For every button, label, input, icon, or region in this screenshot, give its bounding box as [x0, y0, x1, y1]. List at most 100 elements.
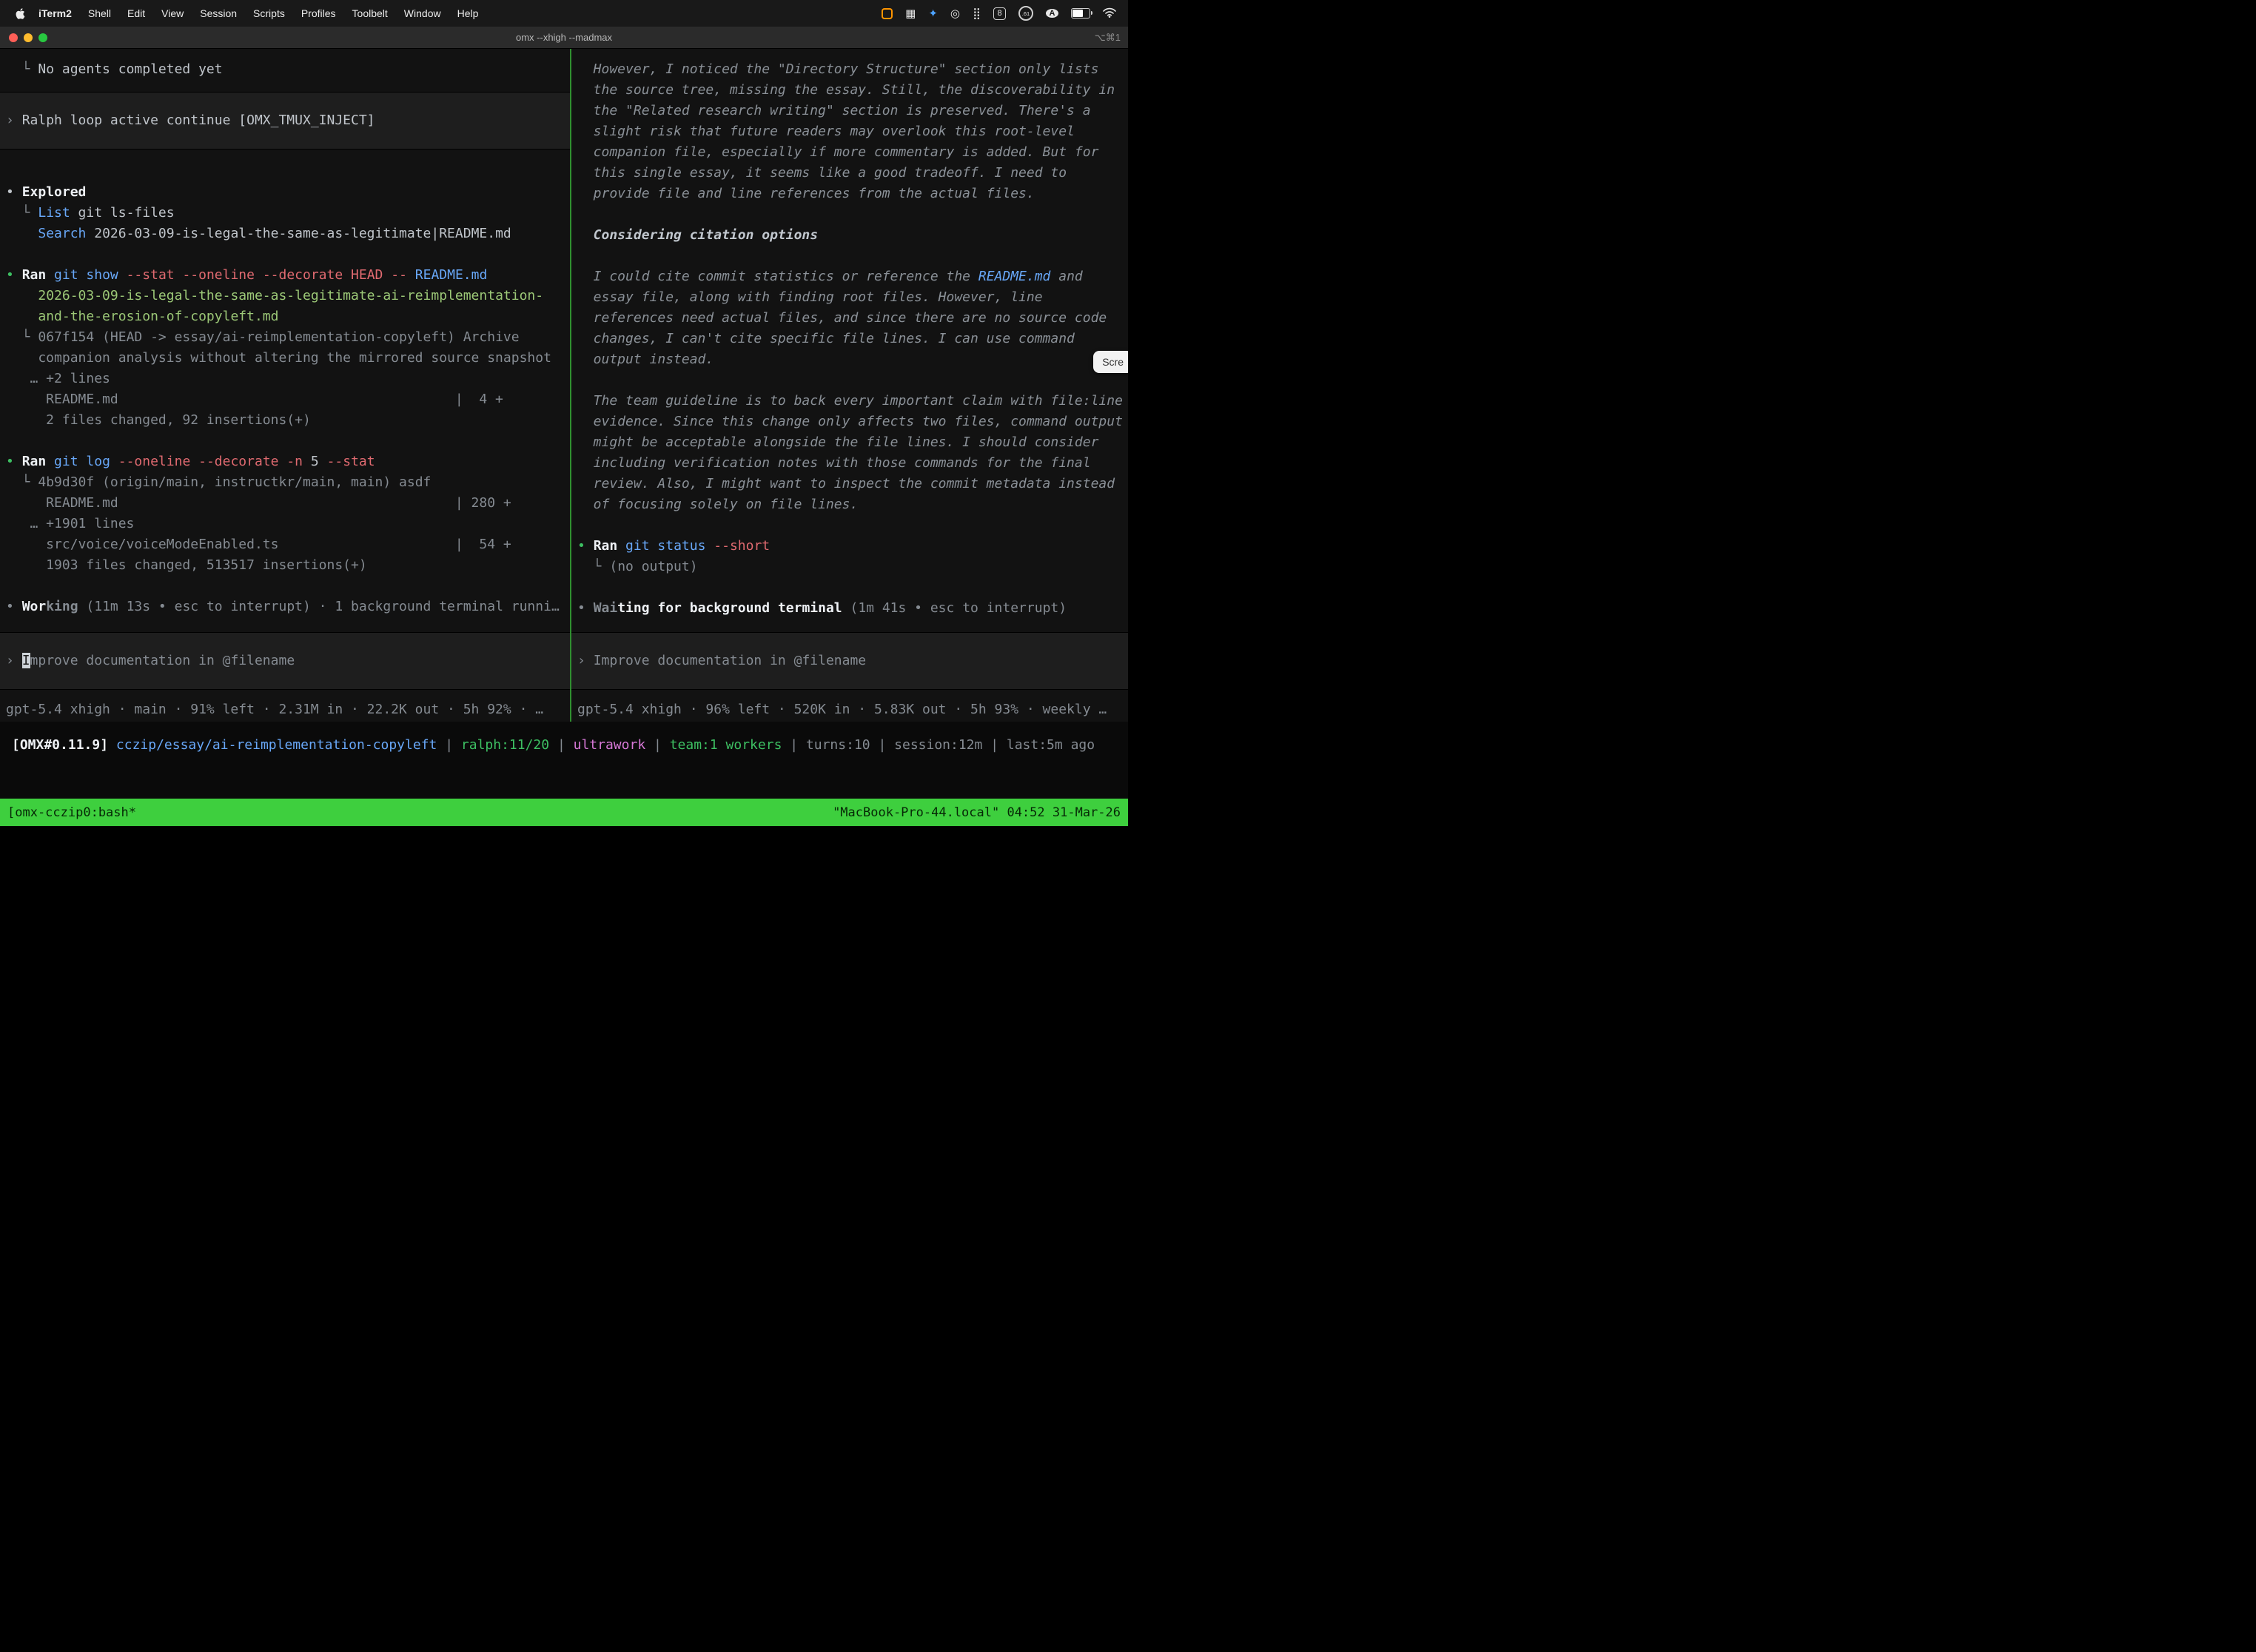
terminal-line: and-the-erosion-of-copyleft.md	[0, 306, 570, 327]
text-segment	[46, 454, 54, 469]
terminal-line: essay file, along with finding root file…	[571, 287, 1128, 308]
text-segment: I	[22, 653, 30, 668]
wifi-icon[interactable]	[1103, 7, 1116, 20]
right-pane-scrollback: However, I noticed the "Directory Struct…	[571, 49, 1128, 619]
terminal-line: references need actual files, and since …	[571, 308, 1128, 329]
terminal-line	[571, 577, 1128, 598]
text-segment: provide file and line references from th…	[577, 186, 1035, 201]
text-segment: |	[645, 737, 670, 753]
tmux-status-bar: [omx-cczip0:bash* "MacBook-Pro-44.local"…	[0, 799, 1128, 826]
blue-app-icon[interactable]: ✦	[928, 8, 938, 19]
text-segment: |	[982, 737, 1007, 753]
left-prompt-input[interactable]: › Improve documentation in @filename	[0, 632, 570, 690]
menu-item-profiles[interactable]: Profiles	[293, 7, 344, 19]
terminal-line: this single essay, it seems like a good …	[571, 163, 1128, 184]
battery-icon[interactable]	[1071, 8, 1090, 19]
close-button[interactable]	[9, 33, 18, 42]
apps-grid-icon[interactable]: ⣿	[973, 8, 981, 19]
zoom-button[interactable]	[38, 33, 47, 42]
text-segment: --stat	[327, 454, 375, 469]
terminal-line: companion file, especially if more comme…	[571, 142, 1128, 163]
text-segment: [OMX#0.11.9]	[12, 737, 116, 753]
text-segment: •	[577, 600, 594, 616]
window-grid-icon[interactable]: ▦	[905, 8, 916, 19]
text-segment	[577, 206, 585, 222]
text-segment: team:1 workers	[670, 737, 782, 753]
menu-item-view[interactable]: View	[153, 7, 192, 19]
minimize-button[interactable]	[24, 33, 33, 42]
menu-item-toolbelt[interactable]: Toolbelt	[344, 7, 396, 19]
terminal-line: However, I noticed the "Directory Struct…	[571, 59, 1128, 80]
terminal-line: • Ran git status --short	[571, 536, 1128, 557]
terminal-line: └ 4b9d30f (origin/main, instructkr/main,…	[0, 472, 570, 493]
terminal-line: README.md | 280 +	[0, 493, 570, 514]
text-segment: I could cite commit statistics or refere…	[577, 269, 978, 284]
text-segment: --stat --oneline --decorate	[127, 267, 343, 283]
text-segment: Search	[38, 226, 86, 241]
text-segment: king	[46, 599, 78, 614]
omx-status-line: [OMX#0.11.9] cczip/essay/ai-reimplementa…	[0, 735, 1128, 756]
menu-bar-status-icons: ▦ ✦ ◎ ⣿ 8 .61 A	[882, 6, 1116, 21]
terminal-line: output instead.	[571, 349, 1128, 370]
text-segment: essay file, along with finding root file…	[577, 289, 1043, 305]
menu-item-scripts[interactable]: Scripts	[245, 7, 293, 19]
menu-item-session[interactable]: Session	[192, 7, 245, 19]
terminal-line: › Improve documentation in @filename	[0, 651, 570, 671]
terminal-line: 2026-03-09-is-legal-the-same-as-legitima…	[0, 286, 570, 306]
text-segment: this single essay, it seems like a good …	[577, 165, 1067, 181]
text-segment: references need actual files, and since …	[577, 310, 1107, 326]
terminal-line	[0, 576, 570, 597]
text-segment: --oneline --decorate	[118, 454, 279, 469]
terminal-line: of focusing solely on file lines.	[571, 494, 1128, 515]
text-segment: companion analysis without altering the …	[6, 350, 551, 366]
text-segment	[577, 580, 585, 595]
menu-item-edit[interactable]: Edit	[119, 7, 153, 19]
left-terminal-pane[interactable]: └ No agents completed yet › Ralph loop ac…	[0, 49, 570, 722]
text-segment: •	[6, 184, 22, 200]
screen-capture-chip[interactable]: Scre	[1093, 351, 1128, 373]
text-segment: evidence. Since this change only affects…	[577, 414, 1123, 429]
input-source-icon[interactable]: A	[1046, 9, 1058, 18]
text-segment	[110, 454, 118, 469]
terminal-line	[0, 161, 570, 182]
terminal-line	[571, 204, 1128, 225]
text-segment: Wor	[22, 599, 47, 614]
text-segment: Wai	[594, 600, 618, 616]
battery-gauge-icon[interactable]: .61	[1018, 6, 1033, 21]
text-segment: of focusing solely on file lines.	[577, 497, 858, 512]
terminal-line: └ (no output)	[571, 557, 1128, 577]
text-segment: └	[6, 474, 38, 490]
menu-item-window[interactable]: Window	[396, 7, 449, 19]
right-prompt-input[interactable]: › Improve documentation in @filename	[571, 632, 1128, 690]
right-terminal-pane[interactable]: However, I noticed the "Directory Struct…	[571, 49, 1128, 722]
apple-menu[interactable]	[15, 7, 26, 20]
terminal-line	[571, 370, 1128, 391]
text-segment: changes, I can't cite specific file line…	[577, 331, 1075, 346]
terminal-line: 2 files changed, 92 insertions(+)	[0, 410, 570, 431]
screen-recording-icon[interactable]	[882, 8, 893, 19]
menu-item-shell[interactable]: Shell	[80, 7, 119, 19]
menu-item-iterm2[interactable]: iTerm2	[30, 7, 80, 19]
terminal-line: gpt-5.4 xhigh · main · 91% left · 2.31M …	[0, 699, 570, 720]
menu-items: iTerm2ShellEditViewSessionScriptsProfile…	[30, 7, 486, 19]
stat-8-icon[interactable]: 8	[993, 7, 1006, 20]
circle-app-icon[interactable]: ◎	[950, 8, 960, 19]
menu-item-help[interactable]: Help	[449, 7, 487, 19]
window-titlebar[interactable]: omx --xhigh --madmax ⌥⌘1	[0, 27, 1128, 49]
terminal-line: slight risk that future readers may over…	[571, 121, 1128, 142]
ralph-inject-banner[interactable]: › Ralph loop active continue [OMX_TMUX_I…	[0, 92, 570, 150]
text-segment: └	[6, 205, 38, 221]
terminal-line: └ No agents completed yet	[0, 59, 570, 80]
text-segment: companion file, especially if more comme…	[577, 144, 1098, 160]
terminal-line: src/voice/voiceModeEnabled.ts | 54 +	[0, 534, 570, 555]
text-segment	[118, 267, 127, 283]
text-segment: ›	[6, 113, 22, 128]
text-segment: README.md	[415, 267, 488, 283]
text-segment	[6, 246, 14, 262]
terminal-line	[0, 244, 570, 265]
right-pane-footer: › Improve documentation in @filename gpt…	[571, 632, 1128, 722]
text-segment: README.md	[978, 269, 1051, 284]
terminal-line: › Ralph loop active continue [OMX_TMUX_I…	[0, 110, 570, 131]
text-segment: review. Also, I might want to inspect th…	[577, 476, 1115, 491]
text-segment: and	[1050, 269, 1082, 284]
